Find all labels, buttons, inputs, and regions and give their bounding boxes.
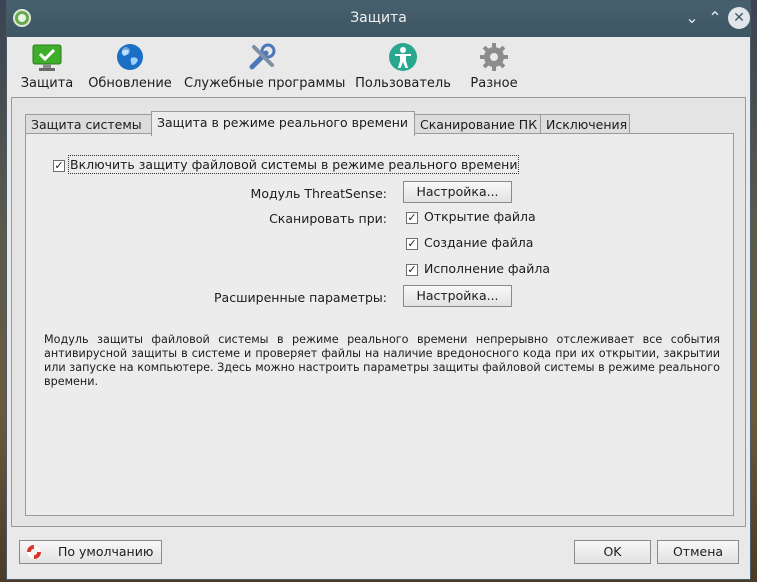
toolbar-misc-label: Разное xyxy=(470,76,518,91)
threatsense-setup-button[interactable]: Настройка... xyxy=(403,181,512,203)
toolbar-update[interactable]: Обновление xyxy=(87,39,173,93)
user-icon xyxy=(387,41,419,73)
toolbar-user[interactable]: Пользователь xyxy=(351,39,455,93)
enable-realtime-label[interactable]: Включить защиту файловой системы в режим… xyxy=(67,155,520,174)
toolbar-utilities[interactable]: Служебные программы xyxy=(184,39,346,93)
toolbar-protection[interactable]: Защита xyxy=(15,39,79,93)
advanced-setup-button[interactable]: Настройка... xyxy=(403,285,512,307)
tab-pc-scan[interactable]: Сканирование ПК xyxy=(414,114,543,135)
scan-create-checkbox[interactable]: ✓ xyxy=(406,238,418,250)
defaults-button[interactable]: По умолчанию xyxy=(19,540,162,564)
toolbar-update-label: Обновление xyxy=(88,76,172,91)
scan-open-label[interactable]: Открытие файла xyxy=(424,209,536,224)
main-panel: Защита системы Защита в режиме реального… xyxy=(11,97,746,527)
toolbar-user-label: Пользователь xyxy=(355,76,451,91)
minimize-icon[interactable]: ⌄ xyxy=(681,7,703,29)
tab-system-protection[interactable]: Защита системы xyxy=(25,114,155,135)
defaults-button-label: По умолчанию xyxy=(58,544,154,559)
tools-icon xyxy=(246,41,278,73)
tab-realtime-protection[interactable]: Защита в режиме реального времени xyxy=(151,111,415,136)
tab-exclusions[interactable]: Исключения xyxy=(540,114,630,135)
advanced-params-label: Расширенные параметры: xyxy=(214,290,387,305)
scan-on-label: Сканировать при: xyxy=(269,211,387,226)
scan-open-checkbox[interactable]: ✓ xyxy=(406,212,418,224)
realtime-tab-panel: ✓ Включить защиту файловой системы в реж… xyxy=(25,133,734,516)
toolbar-protection-label: Защита xyxy=(20,76,74,91)
gear-icon xyxy=(478,41,510,73)
title-bar: Защита ⌄ ⌃ ✕ xyxy=(7,1,750,37)
toolbar-utilities-label: Служебные программы xyxy=(184,76,346,91)
scan-exec-checkbox[interactable]: ✓ xyxy=(406,264,418,276)
threatsense-label: Модуль ThreatSense: xyxy=(250,186,387,201)
toolbar-misc[interactable]: Разное xyxy=(463,39,525,93)
close-icon[interactable]: ✕ xyxy=(728,7,750,29)
lifebuoy-icon xyxy=(26,544,42,560)
monitor-check-icon xyxy=(31,41,63,73)
maximize-icon[interactable]: ⌃ xyxy=(704,7,726,29)
globe-icon xyxy=(114,41,146,73)
realtime-description: Модуль защиты файловой системы в режиме … xyxy=(44,333,720,388)
scan-exec-label[interactable]: Исполнение файла xyxy=(424,261,550,276)
cancel-button[interactable]: Отмена xyxy=(657,540,739,564)
enable-realtime-checkbox[interactable]: ✓ xyxy=(53,160,65,172)
ok-button[interactable]: OK xyxy=(574,540,651,564)
scan-create-label[interactable]: Создание файла xyxy=(424,235,533,250)
window-title: Защита xyxy=(350,10,407,26)
protection-window: Защита ⌄ ⌃ ✕ Защита Обновление Служебные… xyxy=(6,0,751,580)
main-toolbar: Защита Обновление Служебные программы По… xyxy=(7,37,750,95)
